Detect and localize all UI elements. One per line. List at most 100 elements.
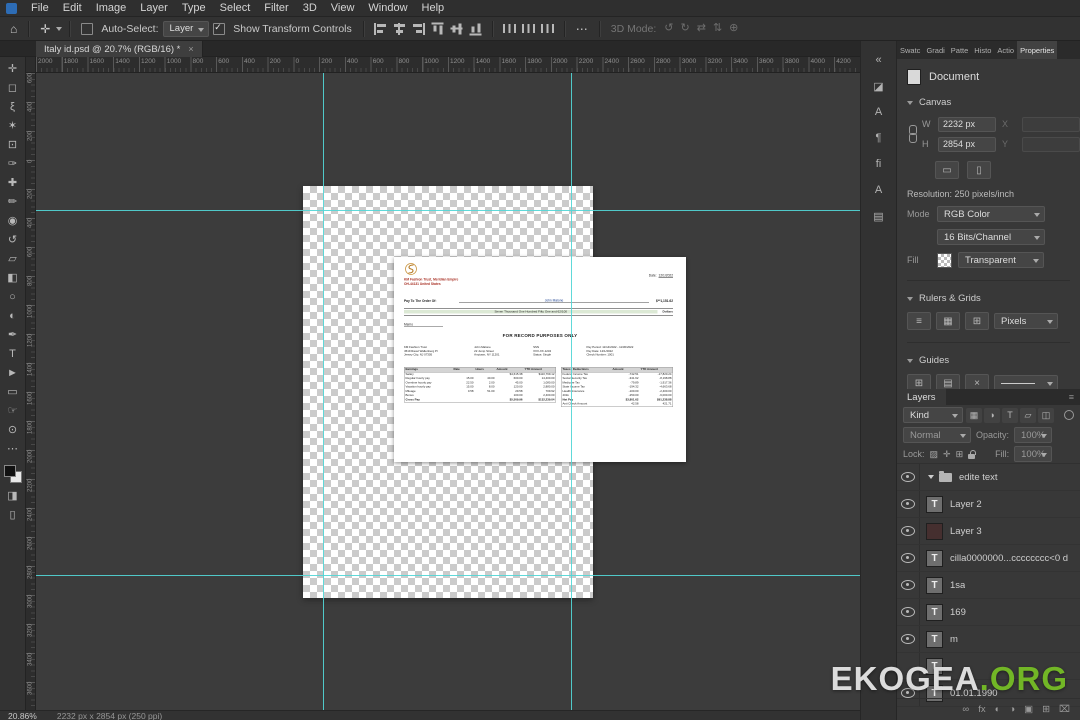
eyedropper-tool[interactable]: ✑ <box>2 155 24 174</box>
toggle-visibility-4[interactable] <box>897 572 920 598</box>
toggle-visibility-2[interactable] <box>897 518 920 544</box>
section-header-guides[interactable]: Guides <box>907 355 1070 366</box>
quick-selection-tool[interactable]: ✶ <box>2 117 24 136</box>
new-guide-layout-icon[interactable]: ⊞ <box>907 374 931 389</box>
healing-brush-tool[interactable]: ✚ <box>2 174 24 193</box>
align-right-icon[interactable] <box>411 22 425 35</box>
layer-fill-select[interactable]: 100% <box>1014 446 1053 462</box>
lasso-tool[interactable]: ξ <box>2 98 24 117</box>
crop-tool[interactable]: ⊡ <box>2 136 24 155</box>
toggle-visibility-0[interactable] <box>897 464 920 490</box>
align-top-icon[interactable] <box>431 22 444 35</box>
landscape-orientation-icon[interactable]: ▭ <box>935 161 959 179</box>
add-layer-mask-icon[interactable]: ◐ <box>995 705 1001 715</box>
distribute-horizontal-icon[interactable] <box>502 22 516 35</box>
align-center-horizontal-icon[interactable] <box>392 22 406 35</box>
character-panel-icon[interactable]: A <box>865 99 893 125</box>
3d-roll-icon[interactable]: ↻ <box>681 23 690 34</box>
menu-file[interactable]: File <box>24 0 56 16</box>
menu-view[interactable]: View <box>324 0 362 16</box>
zoom-tool[interactable]: ⊙ <box>2 421 24 440</box>
delete-layer-icon[interactable]: ⌧ <box>1059 705 1070 715</box>
panel-tab-histo[interactable]: Histo <box>971 41 994 59</box>
snap-icon[interactable]: ⊞ <box>965 312 989 330</box>
opacity-select[interactable]: 100% <box>1014 427 1053 443</box>
canvas-width-input[interactable]: 2232 px <box>938 116 996 132</box>
screen-mode-icon[interactable]: ▯ <box>2 506 24 525</box>
3d-slide-icon[interactable]: ⇅ <box>713 23 722 34</box>
lock-transparency-icon[interactable]: ▨ <box>930 449 939 459</box>
filter-adjustment-layers-icon[interactable]: ◑ <box>984 407 1000 423</box>
3d-drag-icon[interactable]: ⇄ <box>697 23 706 34</box>
hand-tool[interactable]: ☞ <box>2 402 24 421</box>
disclosure-triangle-icon[interactable] <box>928 475 934 479</box>
layer-filter-select[interactable]: Kind <box>903 407 963 423</box>
expand-panels-icon[interactable]: « <box>865 47 893 73</box>
guides-style-select[interactable] <box>994 375 1058 389</box>
tab-close-icon[interactable] <box>188 45 193 54</box>
layer-row-layer-2[interactable]: T Layer 2 <box>897 491 1080 518</box>
panel-tab-gradi[interactable]: Gradi <box>923 41 947 59</box>
menu-type[interactable]: Type <box>175 0 213 16</box>
shape-tool[interactable]: ▭ <box>2 383 24 402</box>
foreground-color-swatch[interactable] <box>3 465 16 477</box>
gradient-tool[interactable]: ◧ <box>2 269 24 288</box>
color-mode-select[interactable]: RGB Color <box>937 206 1045 222</box>
blur-tool[interactable]: ○ <box>2 288 24 307</box>
distribute-vertical-icon[interactable] <box>521 22 535 35</box>
quick-mask-icon[interactable]: ◨ <box>2 487 24 506</box>
filter-shape-layers-icon[interactable]: ▱ <box>1020 407 1036 423</box>
toggle-visibility-1[interactable] <box>897 491 920 517</box>
paragraph-panel-icon[interactable]: ¶ <box>865 125 893 151</box>
menu-3d[interactable]: 3D <box>296 0 324 16</box>
pen-tool[interactable]: ✒ <box>2 326 24 345</box>
menu-layer[interactable]: Layer <box>133 0 175 16</box>
zoom-level[interactable]: 20.86% <box>8 711 37 720</box>
fill-swatch[interactable] <box>937 252 952 268</box>
toggle-visibility-6[interactable] <box>897 626 920 652</box>
dodge-tool[interactable]: ◐ <box>2 307 24 326</box>
guide-horizontal-1[interactable] <box>36 210 860 211</box>
character-styles-panel-icon[interactable]: A <box>865 177 893 203</box>
lock-pixels-icon[interactable]: ✛ <box>943 449 951 459</box>
menu-select[interactable]: Select <box>213 0 258 16</box>
panel-menu-icon[interactable] <box>1069 389 1080 405</box>
marquee-tool[interactable]: ◻ <box>2 79 24 98</box>
blend-mode-select[interactable]: Normal <box>903 427 971 443</box>
adjustment-layer-icon[interactable]: ◑ <box>1009 705 1015 715</box>
clone-stamp-tool[interactable]: ◉ <box>2 212 24 231</box>
menu-help[interactable]: Help <box>415 0 452 16</box>
move-tool-preset-icon[interactable]: ✛ <box>36 23 54 35</box>
layer-row-1sa[interactable]: T 1sa <box>897 572 1080 599</box>
tab-layers[interactable]: Layers <box>897 389 946 405</box>
distribute-spacing-icon[interactable] <box>540 22 554 35</box>
lock-all-icon[interactable] <box>968 449 976 460</box>
link-layers-icon[interactable]: ∞ <box>962 705 969 715</box>
section-header-canvas[interactable]: Canvas <box>907 97 1070 108</box>
filter-pixel-layers-icon[interactable]: ▦ <box>966 407 982 423</box>
vertical-ruler[interactable]: 600 400 200 0 200 400 600 800 1000 1200 1400 1600 18… <box>26 73 36 710</box>
canvas-area[interactable]: KM Fashion Trust, Meridian Empire OH-441… <box>36 73 860 710</box>
canvas-y-input[interactable] <box>1022 136 1080 152</box>
panel-tab-actio[interactable]: Actio <box>994 41 1017 59</box>
libraries-panel-icon[interactable]: ▤ <box>865 203 893 229</box>
eraser-tool[interactable]: ▱ <box>2 250 24 269</box>
show-transform-checkbox[interactable] <box>213 22 226 35</box>
history-brush-tool[interactable]: ↺ <box>2 231 24 250</box>
bit-depth-select[interactable]: 16 Bits/Channel <box>937 229 1045 245</box>
menu-window[interactable]: Window <box>361 0 414 16</box>
align-center-vertical-icon[interactable] <box>450 22 463 35</box>
toggle-rulers-icon[interactable]: ≡ <box>907 312 931 330</box>
fill-select[interactable]: Transparent <box>958 252 1044 268</box>
layer-row-169[interactable]: T 169 <box>897 599 1080 626</box>
adjustments-panel-icon[interactable]: ◪ <box>865 73 893 99</box>
align-left-icon[interactable] <box>373 22 387 35</box>
more-options-icon[interactable]: ⋯ <box>572 23 592 35</box>
canvas-x-input[interactable] <box>1022 116 1080 132</box>
glyphs-panel-icon[interactable]: ﬁ <box>865 151 893 177</box>
toggle-visibility-5[interactable] <box>897 599 920 625</box>
3d-rotate-icon[interactable]: ↺ <box>664 23 673 34</box>
auto-select-target-select[interactable]: Layer <box>162 20 210 37</box>
filter-type-layers-icon[interactable]: T <box>1002 407 1018 423</box>
new-layer-icon[interactable]: ⊞ <box>1042 705 1050 715</box>
